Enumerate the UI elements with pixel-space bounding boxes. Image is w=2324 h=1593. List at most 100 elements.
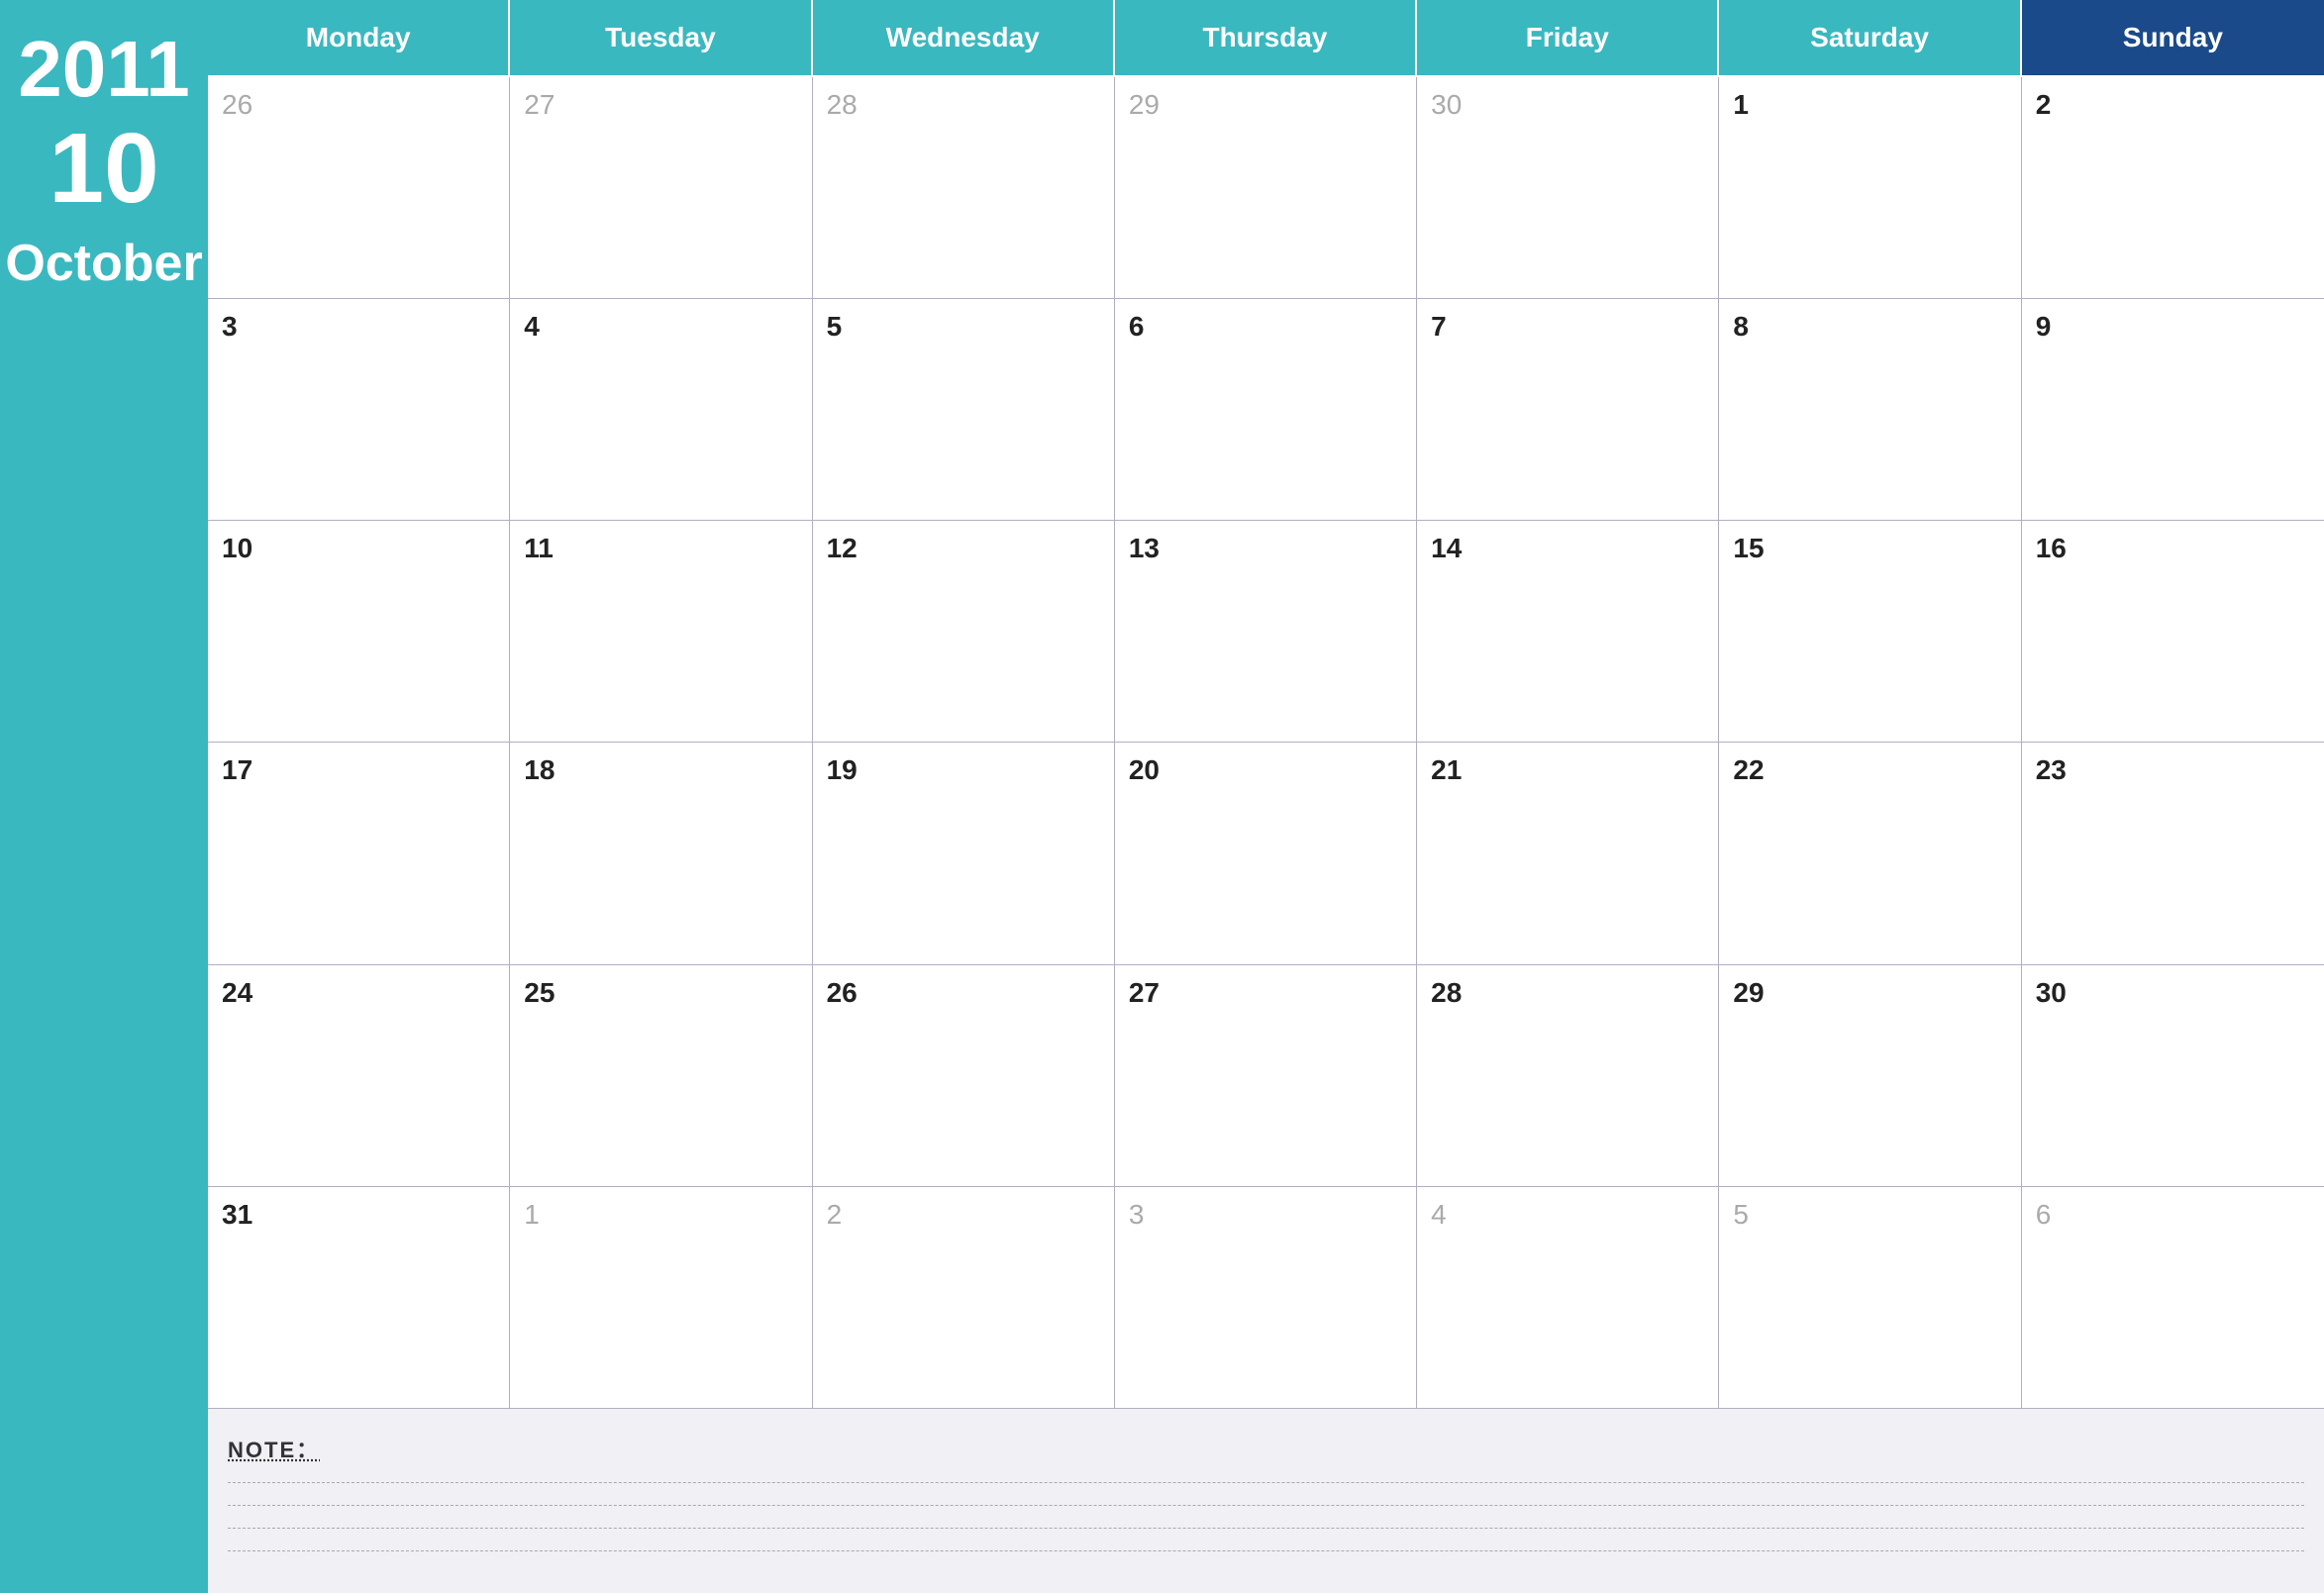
calendar-cell[interactable]: 20 — [1115, 743, 1417, 964]
cell-number: 2 — [2036, 89, 2052, 120]
calendar-cell[interactable]: 16 — [2022, 521, 2324, 743]
cell-number: 22 — [1733, 754, 1764, 785]
calendar-cell[interactable]: 4 — [510, 299, 812, 521]
calendar-cell[interactable]: 28 — [813, 77, 1115, 299]
cell-number: 29 — [1129, 89, 1160, 120]
calendar-cell[interactable]: 19 — [813, 743, 1115, 964]
day-header-friday: Friday — [1417, 0, 1719, 77]
calendar-cell[interactable]: 10 — [208, 521, 510, 743]
notes-line-1 — [228, 1482, 2304, 1483]
notes-label: NOTE： — [228, 1433, 2304, 1464]
cell-number: 30 — [2036, 977, 2067, 1008]
cell-number: 1 — [524, 1199, 540, 1230]
cell-number: 9 — [2036, 311, 2052, 342]
calendar-grid: 2627282930123456789101112131415161718192… — [208, 77, 2324, 1409]
calendar-cell[interactable]: 2 — [813, 1187, 1115, 1409]
cell-number: 2 — [827, 1199, 843, 1230]
calendar-cell[interactable]: 2 — [2022, 77, 2324, 299]
year-label: 2011 — [18, 30, 190, 109]
cell-number: 3 — [1129, 1199, 1145, 1230]
calendar-cell[interactable]: 1 — [510, 1187, 812, 1409]
calendar-cell[interactable]: 3 — [1115, 1187, 1417, 1409]
calendar-cell[interactable]: 29 — [1115, 77, 1417, 299]
notes-line-3 — [228, 1528, 2304, 1529]
calendar-cell[interactable]: 30 — [1417, 77, 1719, 299]
calendar-cell[interactable]: 11 — [510, 521, 812, 743]
calendar-cell[interactable]: 12 — [813, 521, 1115, 743]
calendar-cell[interactable]: 31 — [208, 1187, 510, 1409]
notes-line-2 — [228, 1505, 2304, 1506]
calendar-container: MondayTuesdayWednesdayThursdayFridaySatu… — [208, 0, 2324, 1409]
calendar-cell[interactable]: 8 — [1719, 299, 2021, 521]
cell-number: 18 — [524, 754, 555, 785]
calendar-cell[interactable]: 26 — [813, 965, 1115, 1187]
cell-number: 26 — [827, 977, 858, 1008]
day-header-tuesday: Tuesday — [510, 0, 812, 77]
calendar-page: 2011 10 October MondayTuesdayWednesdayTh… — [0, 0, 2324, 1593]
calendar-cell[interactable]: 3 — [208, 299, 510, 521]
cell-number: 4 — [1431, 1199, 1447, 1230]
day-header-thursday: Thursday — [1115, 0, 1417, 77]
calendar-cell[interactable]: 6 — [2022, 1187, 2324, 1409]
cell-number: 16 — [2036, 533, 2067, 563]
calendar-cell[interactable]: 26 — [208, 77, 510, 299]
cell-number: 5 — [1733, 1199, 1749, 1230]
calendar-cell[interactable]: 17 — [208, 743, 510, 964]
cell-number: 28 — [1431, 977, 1462, 1008]
cell-number: 27 — [1129, 977, 1160, 1008]
month-name-label: October — [5, 238, 202, 289]
calendar-cell[interactable]: 5 — [813, 299, 1115, 521]
cell-number: 25 — [524, 977, 555, 1008]
cell-number: 23 — [2036, 754, 2067, 785]
day-header-wednesday: Wednesday — [813, 0, 1115, 77]
cell-number: 26 — [222, 89, 253, 120]
calendar-cell[interactable]: 13 — [1115, 521, 1417, 743]
notes-section: NOTE： — [208, 1409, 2324, 1593]
calendar-cell[interactable]: 24 — [208, 965, 510, 1187]
cell-number: 12 — [827, 533, 858, 563]
calendar-cell[interactable]: 29 — [1719, 965, 2021, 1187]
cell-number: 13 — [1129, 533, 1160, 563]
month-number-label: 10 — [49, 119, 158, 218]
cell-number: 20 — [1129, 754, 1160, 785]
calendar-cell[interactable]: 27 — [510, 77, 812, 299]
cell-number: 1 — [1733, 89, 1749, 120]
cell-number: 24 — [222, 977, 253, 1008]
day-headers-row: MondayTuesdayWednesdayThursdayFridaySatu… — [208, 0, 2324, 77]
calendar-cell[interactable]: 25 — [510, 965, 812, 1187]
day-header-sunday: Sunday — [2022, 0, 2324, 77]
cell-number: 3 — [222, 311, 238, 342]
cell-number: 19 — [827, 754, 858, 785]
calendar-cell[interactable]: 15 — [1719, 521, 2021, 743]
calendar-cell[interactable]: 9 — [2022, 299, 2324, 521]
cell-number: 29 — [1733, 977, 1764, 1008]
cell-number: 6 — [1129, 311, 1145, 342]
cell-number: 4 — [524, 311, 540, 342]
cell-number: 15 — [1733, 533, 1764, 563]
calendar-cell[interactable]: 22 — [1719, 743, 2021, 964]
cell-number: 6 — [2036, 1199, 2052, 1230]
calendar-cell[interactable]: 28 — [1417, 965, 1719, 1187]
calendar-cell[interactable]: 23 — [2022, 743, 2324, 964]
calendar-cell[interactable]: 27 — [1115, 965, 1417, 1187]
sidebar: 2011 10 October — [0, 0, 208, 1593]
calendar-cell[interactable]: 30 — [2022, 965, 2324, 1187]
cell-number: 11 — [524, 533, 554, 563]
calendar-cell[interactable]: 6 — [1115, 299, 1417, 521]
cell-number: 31 — [222, 1199, 253, 1230]
calendar-cell[interactable]: 5 — [1719, 1187, 2021, 1409]
cell-number: 10 — [222, 533, 253, 563]
calendar-cell[interactable]: 7 — [1417, 299, 1719, 521]
calendar-cell[interactable]: 18 — [510, 743, 812, 964]
cell-number: 17 — [222, 754, 253, 785]
cell-number: 30 — [1431, 89, 1462, 120]
calendar-cell[interactable]: 21 — [1417, 743, 1719, 964]
calendar-cell[interactable]: 1 — [1719, 77, 2021, 299]
cell-number: 21 — [1431, 754, 1462, 785]
cell-number: 14 — [1431, 533, 1462, 563]
cell-number: 7 — [1431, 311, 1447, 342]
calendar-cell[interactable]: 14 — [1417, 521, 1719, 743]
day-header-saturday: Saturday — [1719, 0, 2021, 77]
calendar-cell[interactable]: 4 — [1417, 1187, 1719, 1409]
notes-line-4 — [228, 1550, 2304, 1551]
